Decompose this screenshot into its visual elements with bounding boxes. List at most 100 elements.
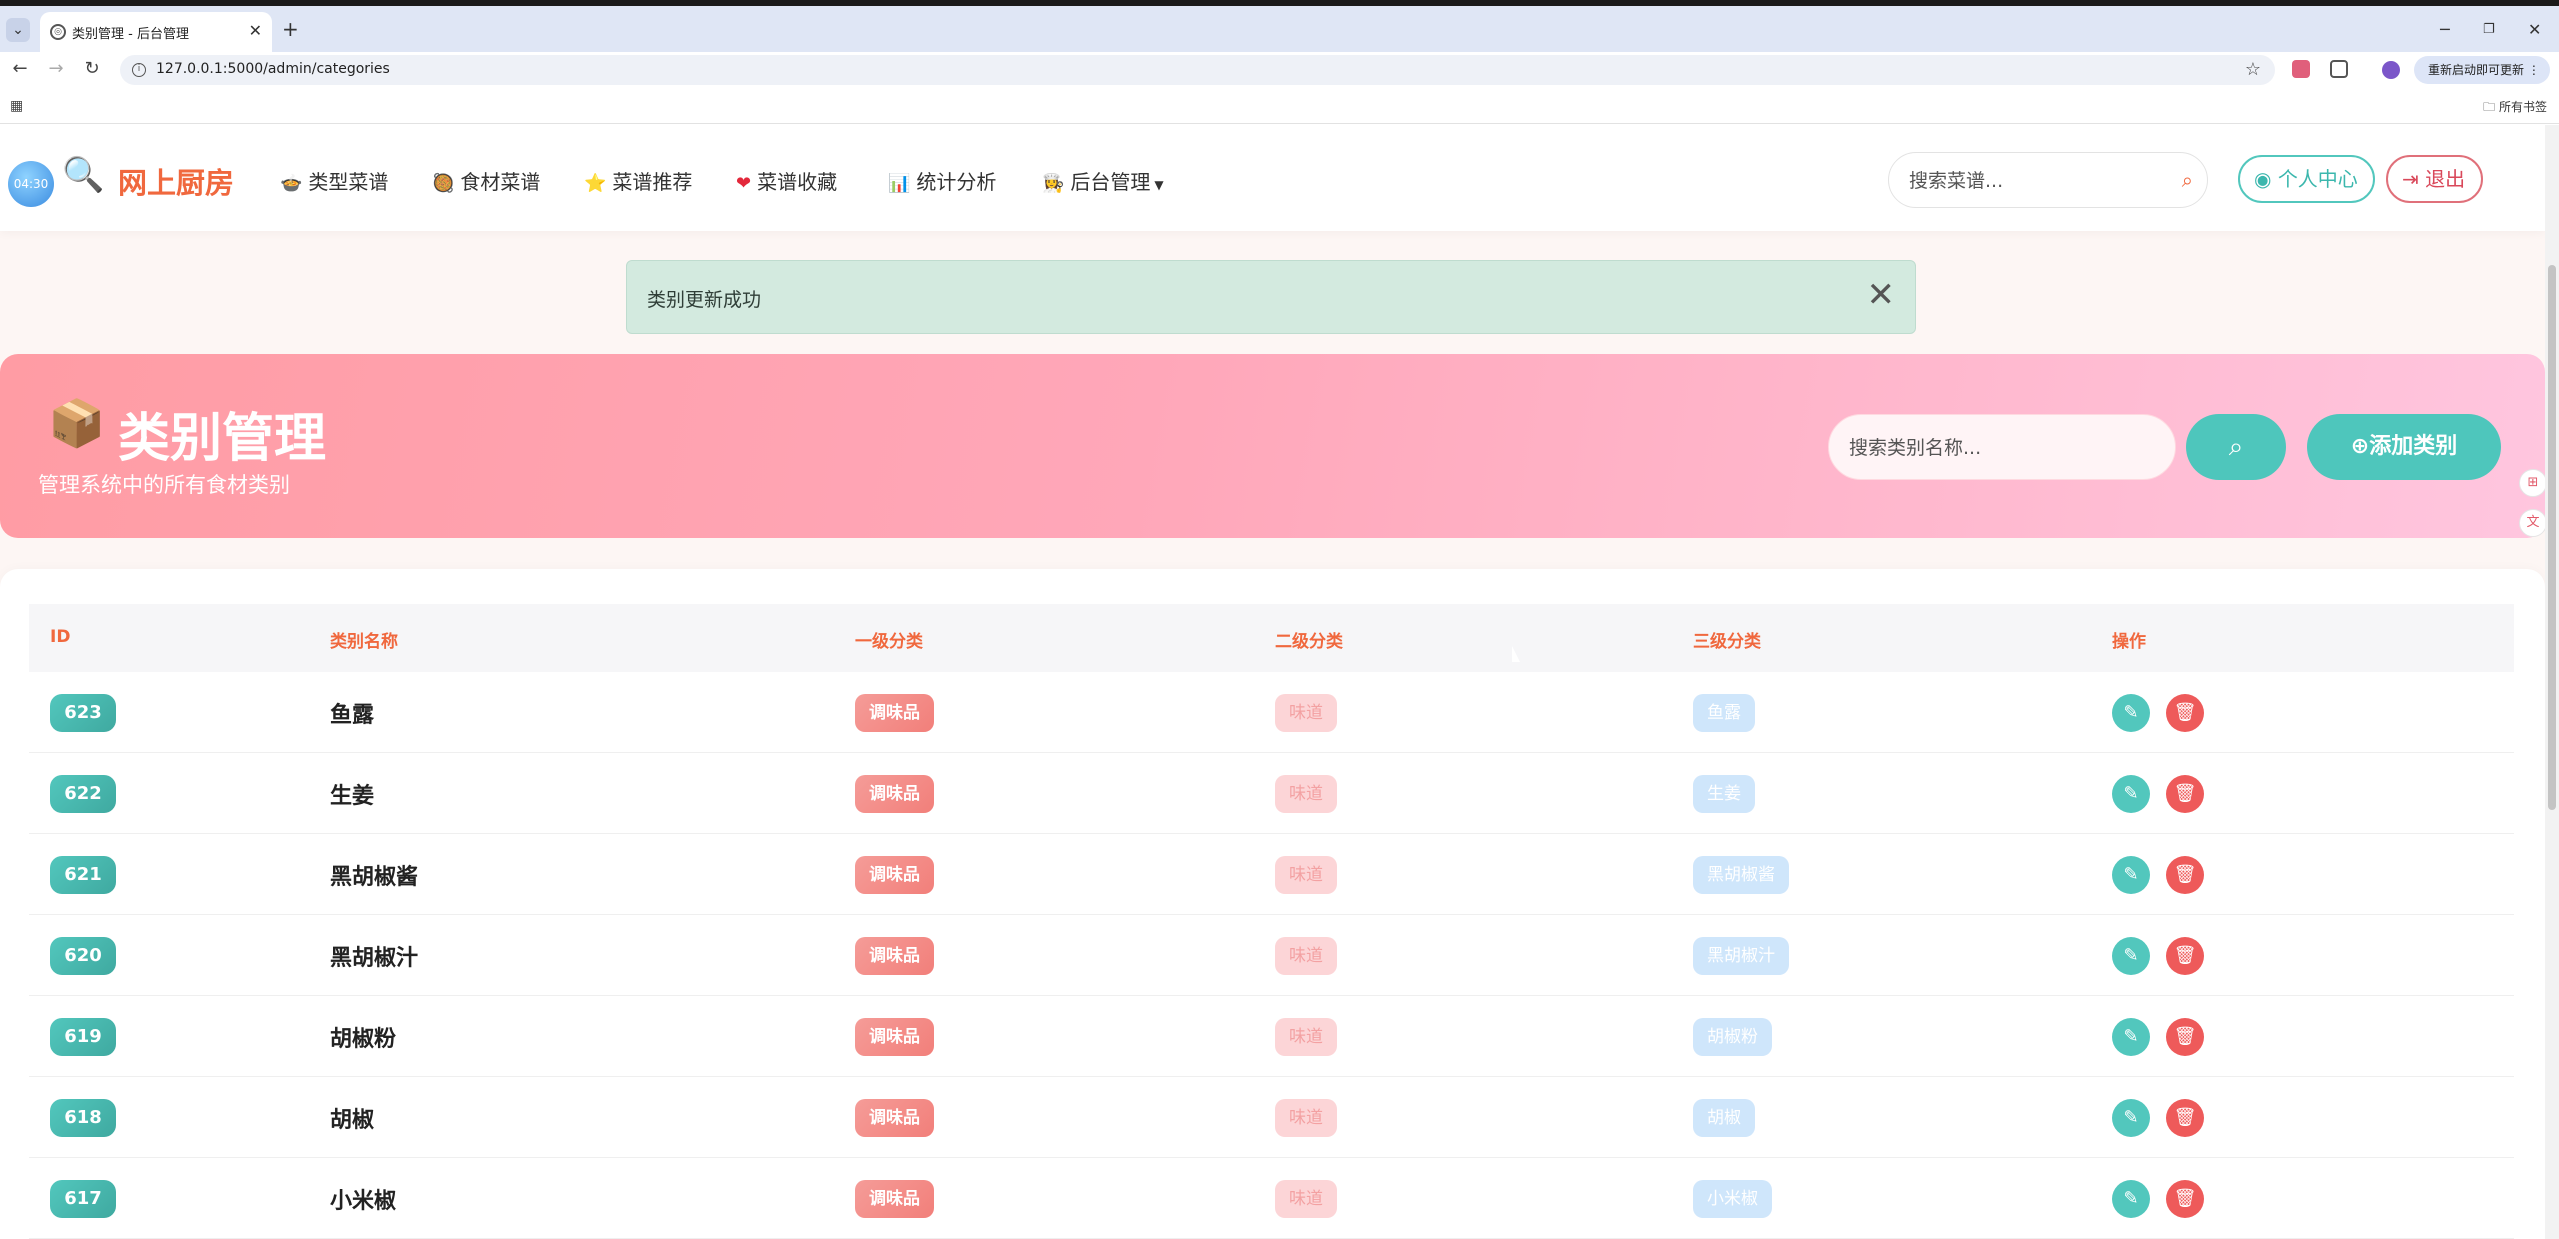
delete-trash-icon[interactable]: 🗑 [2166,775,2204,813]
recipe-search-input[interactable] [1909,167,2159,195]
package-icon: 📦 [48,396,106,450]
level1-badge: 调味品 [855,1018,934,1056]
search-icon[interactable]: ⌕ [2182,168,2193,192]
tab-close-icon[interactable]: ✕ [249,21,262,40]
table-row: 619 胡椒粉 调味品 味道 胡椒粉 ✎ 🗑 [29,996,2514,1077]
browser-tab-active[interactable]: ◎ 类别管理 - 后台管理 ✕ [40,12,272,52]
site-info-icon[interactable]: i [132,63,146,77]
row-id-badge: 618 [50,1099,116,1137]
edit-pencil-icon[interactable]: ✎ [2112,937,2150,975]
category-search-input[interactable] [1849,433,2149,463]
logout-button[interactable]: ⇥ 退出 [2386,155,2483,203]
row-id-badge: 619 [50,1018,116,1056]
extension-translate-icon[interactable] [2292,60,2310,78]
row-name: 胡椒 [330,1108,375,1133]
edit-pencil-icon[interactable]: ✎ [2112,1180,2150,1218]
bar-chart-icon: 📊 [888,173,911,194]
row-id-badge: 617 [50,1180,116,1218]
delete-trash-icon[interactable]: 🗑 [2166,694,2204,732]
edit-pencil-icon[interactable]: ✎ [2112,856,2150,894]
delete-trash-icon[interactable]: 🗑 [2166,1180,2204,1218]
apps-grid-icon[interactable]: ▦ [10,98,23,114]
minimize-icon[interactable]: ─ [2440,20,2450,39]
star-icon: ⭐ [584,173,607,194]
nav-statistics[interactable]: 📊 统计分析 [888,166,996,195]
profile-avatar[interactable] [2382,61,2400,79]
alert-close-icon[interactable]: ✕ [1867,275,1896,315]
row-name: 胡椒粉 [330,1027,397,1052]
new-tab-button[interactable]: + [282,18,299,40]
plus-circle-icon: ⊕ [2350,434,2370,459]
tab-search-menu-button[interactable]: ⌄ [6,18,30,42]
browser-tab-bar: ⌄ ◎ 类别管理 - 后台管理 ✕ + ─ ❐ ✕ [0,6,2559,52]
reload-icon[interactable]: ↻ [80,58,104,79]
row-name: 小米椒 [330,1189,397,1214]
floating-grid-icon[interactable]: ⊞ [2519,469,2547,497]
category-search-button[interactable]: ⌕ [2186,414,2286,480]
row-name: 鱼露 [330,703,375,728]
caret-down-icon: ▼ [1154,178,1164,192]
nav-ingredient-recipes[interactable]: 🥘 食材菜谱 [432,166,540,195]
add-category-button[interactable]: ⊕添加类别 [2307,414,2501,480]
level3-badge: 黑胡椒汁 [1693,937,1789,975]
delete-trash-icon[interactable]: 🗑 [2166,856,2204,894]
level1-badge: 调味品 [855,1099,934,1137]
extensions-puzzle-icon[interactable] [2330,60,2348,78]
table-header: ID 类别名称 一级分类 二级分类 三级分类 操作 [29,604,2514,672]
bookmarks-bar: ▦ 🗀 所有书签 [0,88,2559,124]
update-button[interactable]: 重新启动即可更新 ⋮ [2414,56,2550,84]
url-field[interactable]: i 127.0.0.1:5000/admin/categories ☆ [120,55,2275,85]
floating-translate-icon[interactable]: 文 [2519,509,2547,537]
level3-badge: 黑胡椒酱 [1693,856,1789,894]
nav-type-recipes[interactable]: 🍲 类型菜谱 [280,166,388,195]
back-arrow-icon[interactable]: ← [8,58,32,79]
page-subtitle: 管理系统中的所有食材类别 [38,473,290,497]
page-scrollbar[interactable] [2545,125,2559,1239]
edit-pencil-icon[interactable]: ✎ [2112,1018,2150,1056]
all-bookmarks-button[interactable]: 🗀 所有书签 [2483,98,2547,119]
bookmark-star-icon[interactable]: ☆ [2245,59,2261,80]
pan-icon: 🥘 [432,173,455,194]
restore-icon[interactable]: ❐ [2483,22,2495,37]
window-close-icon[interactable]: ✕ [2528,20,2541,39]
site-navbar: 04:30 🔍 网上厨房 🍲 类型菜谱 🥘 食材菜谱 ⭐ 菜谱推荐 ❤ 菜谱收藏 📊 统计… [0,125,2545,231]
success-alert: 类别更新成功 ✕ [626,260,1916,334]
row-name: 黑胡椒汁 [330,946,419,971]
scrollbar-thumb[interactable] [2548,265,2556,810]
search-icon: ⌕ [2228,432,2244,462]
nav-label: 菜谱推荐 [612,170,693,194]
delete-trash-icon[interactable]: 🗑 [2166,1018,2204,1056]
heart-icon: ❤ [736,173,752,194]
forward-arrow-icon[interactable]: → [44,58,68,79]
delete-trash-icon[interactable]: 🗑 [2166,937,2204,975]
profile-label: 个人中心 [2277,167,2358,191]
nav-label: 菜谱收藏 [757,170,838,194]
level3-badge: 鱼露 [1693,694,1755,732]
table-row: 618 胡椒 调味品 味道 胡椒 ✎ 🗑 [29,1077,2514,1158]
edit-pencil-icon[interactable]: ✎ [2112,775,2150,813]
nav-admin-dropdown[interactable]: 👩‍🍳 后台管理 ▼ [1042,166,1164,195]
level2-badge: 味道 [1275,1180,1337,1218]
add-category-label: 添加类别 [2369,434,2458,459]
category-table-card: ID 类别名称 一级分类 二级分类 三级分类 操作 623 鱼露 调味品 味道 … [0,569,2545,1239]
edit-pencil-icon[interactable]: ✎ [2112,694,2150,732]
delete-trash-icon[interactable]: 🗑 [2166,1099,2204,1137]
row-name: 黑胡椒酱 [330,865,419,890]
col-actions: 操作 [2112,632,2146,652]
profile-button[interactable]: ◉ 个人中心 [2238,155,2375,203]
col-level3: 三级分类 [1693,632,1761,652]
brand-title[interactable]: 网上厨房 [118,160,234,202]
level2-badge: 味道 [1275,1099,1337,1137]
nav-label: 类型菜谱 [308,170,389,194]
edit-pencil-icon[interactable]: ✎ [2112,1099,2150,1137]
url-text: 127.0.0.1:5000/admin/categories [156,61,390,77]
level1-badge: 调味品 [855,694,934,732]
level2-badge: 味道 [1275,937,1337,975]
col-name: 类别名称 [330,632,398,652]
table-row: 623 鱼露 调味品 味道 鱼露 ✎ 🗑 [29,672,2514,753]
level1-badge: 调味品 [855,937,934,975]
level2-badge: 味道 [1275,694,1337,732]
nav-recommend[interactable]: ⭐ 菜谱推荐 [584,166,692,195]
nav-favorites[interactable]: ❤ 菜谱收藏 [736,166,837,195]
row-name: 生姜 [330,784,375,809]
